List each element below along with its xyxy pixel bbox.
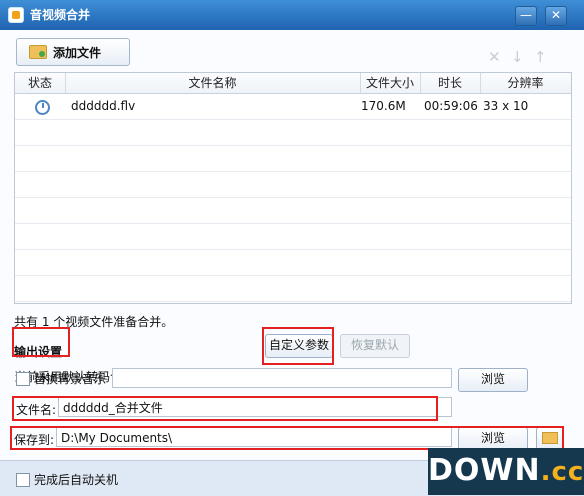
remove-x-icon[interactable]: ✕ [488,48,501,66]
watermark-main: DOWN [428,453,541,488]
move-up-icon[interactable]: ↑ [534,48,547,66]
browse-bgm-button[interactable]: 浏览 [458,368,528,392]
file-name: dddddd.flv [71,99,136,113]
down-cc-watermark: DOWN.cc [428,448,584,495]
bgm-input[interactable] [112,368,452,388]
close-button[interactable]: ✕ [545,6,567,26]
add-file-folder-icon [29,45,47,59]
dialog-content: 添加文件 ✕ ↓ ↑ 状态 文件名称 文件大小 时长 分辨率 dddddd.fl… [0,30,584,460]
empty-row [15,146,571,172]
table-row[interactable]: dddddd.flv 170.6M 00:59:06 33 x 10 [15,94,571,120]
file-size: 170.6M [361,99,406,113]
file-table: 状态 文件名称 文件大小 时长 分辨率 dddddd.flv 170.6M 00… [14,72,572,304]
window-app-icon [8,7,24,23]
add-file-button[interactable]: 添加文件 [16,38,130,66]
table-header: 状态 文件名称 文件大小 时长 分辨率 [15,73,571,94]
empty-row [15,120,571,146]
bgm-label: 替换背景音乐 [34,372,107,386]
file-duration: 00:59:06 [424,99,478,113]
title-bar: 音视频合并 — ✕ [0,0,584,30]
empty-row [15,250,571,276]
header-name: 文件名称 [65,73,361,93]
empty-row [15,172,571,198]
shutdown-checkbox[interactable] [16,473,30,487]
window-title: 音视频合并 [30,8,91,22]
restore-default-button[interactable]: 恢复默认 [340,334,410,358]
move-down-icon[interactable]: ↓ [511,48,524,66]
minimize-button[interactable]: — [515,6,537,26]
header-status: 状态 [15,73,66,93]
watermark-suffix: .cc [540,457,584,487]
shutdown-label: 完成后自动关机 [34,473,119,487]
bgm-checkbox[interactable] [16,372,30,386]
status-clock-icon [35,100,50,115]
header-resolution: 分辨率 [507,76,544,90]
highlight-output-title [12,327,70,357]
empty-row [15,276,571,302]
file-resolution: 33 x 10 [483,99,529,113]
highlight-save-path [10,426,564,450]
highlight-custom-button [262,327,334,365]
add-file-label: 添加文件 [53,46,102,60]
empty-row [15,198,571,224]
header-duration: 时长 [420,73,481,93]
empty-row [15,224,571,250]
header-size: 文件大小 [360,73,421,93]
highlight-filename [12,396,438,421]
